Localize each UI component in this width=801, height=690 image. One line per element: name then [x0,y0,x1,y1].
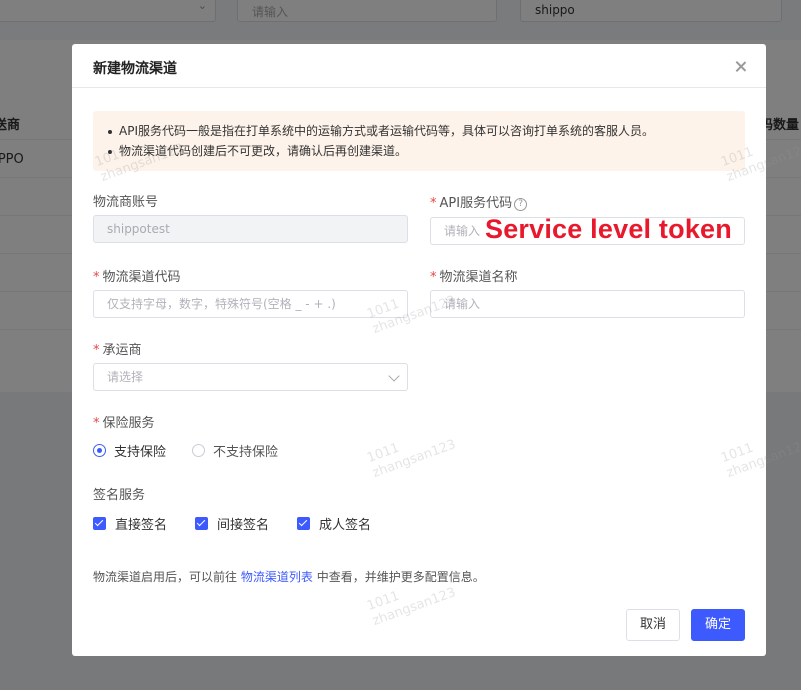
checkbox-checked-icon [195,517,209,530]
signature-label: 签名服务 [93,488,146,503]
close-icon[interactable] [734,60,748,74]
signature-checkbox-adult[interactable]: 成人签名 [297,514,371,533]
watermark-line: zhangsan123 [370,585,458,630]
chevron-down-icon [388,370,400,382]
insurance-option-label: 支持保险 [114,445,167,460]
notice-line: API服务代码一般是指在打单系统中的运输方式或者运输代码等，具体可以咨询打单系统… [107,121,731,141]
watermark-line: 1011 [365,440,402,466]
service-level-token-annotation: Service level token [485,214,732,244]
insurance-radio-no[interactable]: 不支持保险 [192,441,278,460]
signature-checkbox-group: 直接签名 间接签名 成人签名 [93,514,399,533]
carrier-select[interactable]: 请选择 [93,363,408,391]
channel-code-label-text: 物流渠道代码 [102,270,181,285]
required-mark: * [430,196,437,211]
api-code-label: * API服务代码? [430,192,528,211]
notice-line: 物流渠道代码创建后不可更改，请确认后再创建渠道。 [107,141,731,161]
channel-code-input[interactable]: 仅支持字母，数字，特殊符号(空格 _ - + .) [93,290,408,318]
account-label: 物流商账号 [93,195,159,210]
watermark-line: zhangsan123 [370,437,458,482]
carrier-label: * 承运商 [93,339,142,358]
footer-note-after: 中查看，并维护更多配置信息。 [316,570,485,584]
cancel-button[interactable]: 取消 [626,609,680,641]
radio-checked-icon [93,444,106,457]
insurance-radio-group: 支持保险 不支持保险 [93,441,304,460]
required-mark: * [93,343,100,358]
channel-name-label: * 物流渠道名称 [430,266,518,285]
signature-option-label: 成人签名 [319,518,372,533]
required-mark: * [430,270,437,285]
checkbox-checked-icon [93,517,106,530]
account-field: shippotest [93,215,408,243]
carrier-placeholder: 请选择 [107,370,144,384]
channel-name-input[interactable]: 请输入 [430,290,745,318]
notice-box: API服务代码一般是指在打单系统中的运输方式或者运输代码等，具体可以咨询打单系统… [93,111,745,171]
insurance-label-text: 保险服务 [102,416,155,431]
insurance-radio-yes[interactable]: 支持保险 [93,441,166,460]
create-channel-modal: 新建物流渠道 API服务代码一般是指在打单系统中的运输方式或者运输代码等，具体可… [72,44,801,656]
confirm-button[interactable]: 确定 [691,609,745,641]
api-code-label-text: API服务代码 [439,196,513,211]
signature-option-label: 直接签名 [115,518,168,533]
channel-name-placeholder: 请输入 [444,297,481,311]
channel-name-label-text: 物流渠道名称 [439,270,518,285]
signature-checkbox-indirect[interactable]: 间接签名 [195,514,269,533]
signature-option-label: 间接签名 [217,518,270,533]
channel-list-link[interactable]: 物流渠道列表 [241,570,313,584]
channel-code-placeholder: 仅支持字母，数字，特殊符号(空格 _ - + .) [107,297,336,311]
modal-header: 新建物流渠道 [72,44,766,88]
insurance-option-label: 不支持保险 [213,445,279,460]
footer-note: 物流渠道启用后，可以前往 物流渠道列表 中查看，并维护更多配置信息。 [93,568,485,585]
api-code-placeholder: 请输入 [444,224,481,238]
signature-checkbox-direct[interactable]: 直接签名 [93,514,167,533]
channel-code-label: * 物流渠道代码 [93,266,181,285]
carrier-label-text: 承运商 [102,343,142,358]
required-mark: * [93,270,100,285]
required-mark: * [93,416,100,431]
modal-title: 新建物流渠道 [93,61,177,77]
radio-unchecked-icon [192,444,206,457]
footer-note-before: 物流渠道启用后，可以前往 [93,570,238,584]
checkbox-checked-icon [297,517,311,530]
help-icon[interactable]: ? [514,198,528,211]
watermark: 1011 zhangsan123 [365,422,458,482]
insurance-label: * 保险服务 [93,412,155,431]
